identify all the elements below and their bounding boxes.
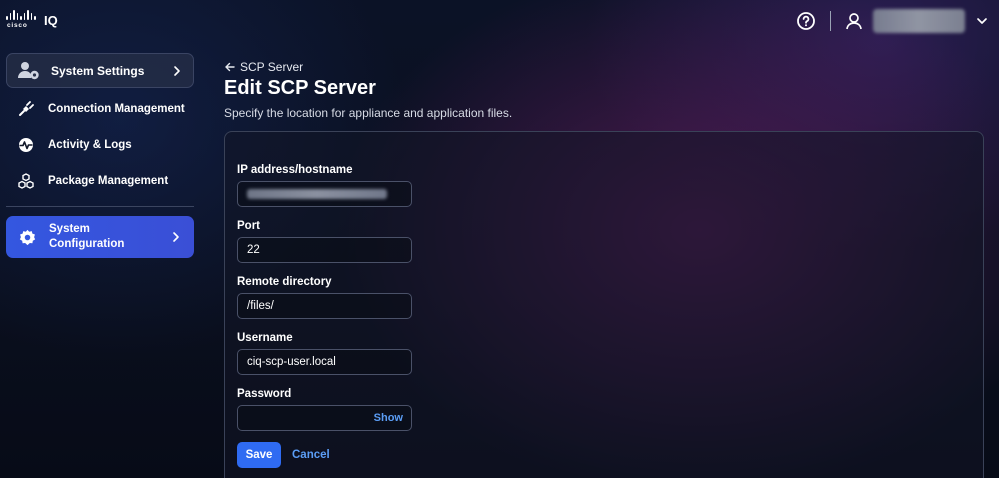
brand[interactable]: cisco IQ	[6, 10, 58, 30]
user-icon[interactable]	[845, 12, 863, 30]
port-label: Port	[237, 220, 260, 232]
user-name-redacted[interactable]	[873, 9, 965, 33]
remote-directory-input[interactable]: /files/	[237, 293, 412, 319]
chevron-down-icon[interactable]	[975, 14, 989, 28]
sidebar-item-label: System Configuration	[49, 223, 125, 250]
packages-icon	[18, 173, 34, 189]
plug-icon	[19, 101, 34, 116]
activity-icon	[19, 138, 33, 152]
ip-address-input[interactable]	[237, 181, 412, 207]
save-button[interactable]: Save	[237, 442, 281, 468]
sidebar-item-package-management[interactable]: Package Management	[18, 171, 168, 191]
gear-icon	[19, 229, 36, 245]
page-subtitle: Specify the location for appliance and a…	[224, 106, 513, 120]
password-input[interactable]: Show	[237, 405, 412, 431]
brand-word: cisco	[7, 22, 28, 29]
username-input[interactable]: ciq-scp-user.local	[237, 349, 412, 375]
cancel-button[interactable]: Cancel	[292, 442, 330, 468]
sidebar-item-label: Package Management	[48, 175, 169, 187]
chevron-right-icon	[173, 232, 179, 242]
product-name: IQ	[44, 12, 58, 28]
sidebar-item-activity-logs[interactable]: Activity & Logs	[18, 135, 132, 155]
help-circle-icon[interactable]	[796, 11, 816, 31]
ip-address-label: IP address/hostname	[237, 164, 353, 176]
show-password-toggle[interactable]: Show	[374, 412, 403, 424]
arrow-left-icon	[225, 62, 235, 72]
back-link[interactable]: SCP Server	[224, 60, 303, 74]
sidebar-item-label: Activity & Logs	[48, 139, 132, 151]
cisco-logo: cisco	[6, 10, 36, 30]
top-bar: cisco IQ	[0, 0, 999, 40]
remote-directory-label: Remote directory	[237, 276, 332, 288]
sidebar-item-system-settings[interactable]: System Settings	[6, 53, 194, 88]
sidebar-item-system-configuration[interactable]: System Configuration	[6, 216, 194, 258]
chevron-right-icon	[174, 66, 180, 76]
username-label: Username	[237, 332, 293, 344]
port-input[interactable]: 22	[237, 237, 412, 263]
sidebar-item-label: System Settings	[51, 63, 145, 78]
user-gear-icon	[18, 61, 39, 79]
sidebar-item-connection-management[interactable]: Connection Management	[18, 99, 185, 119]
ip-address-redacted-value	[247, 189, 387, 199]
sidebar-divider	[6, 206, 194, 207]
back-link-label: SCP Server	[240, 60, 304, 74]
form-panel: IP address/hostname Port 22 Remote direc…	[224, 131, 984, 478]
sidebar-item-label: Connection Management	[48, 103, 185, 115]
header-divider	[830, 11, 831, 31]
page-title: Edit SCP Server	[224, 77, 376, 99]
password-label: Password	[237, 388, 292, 400]
